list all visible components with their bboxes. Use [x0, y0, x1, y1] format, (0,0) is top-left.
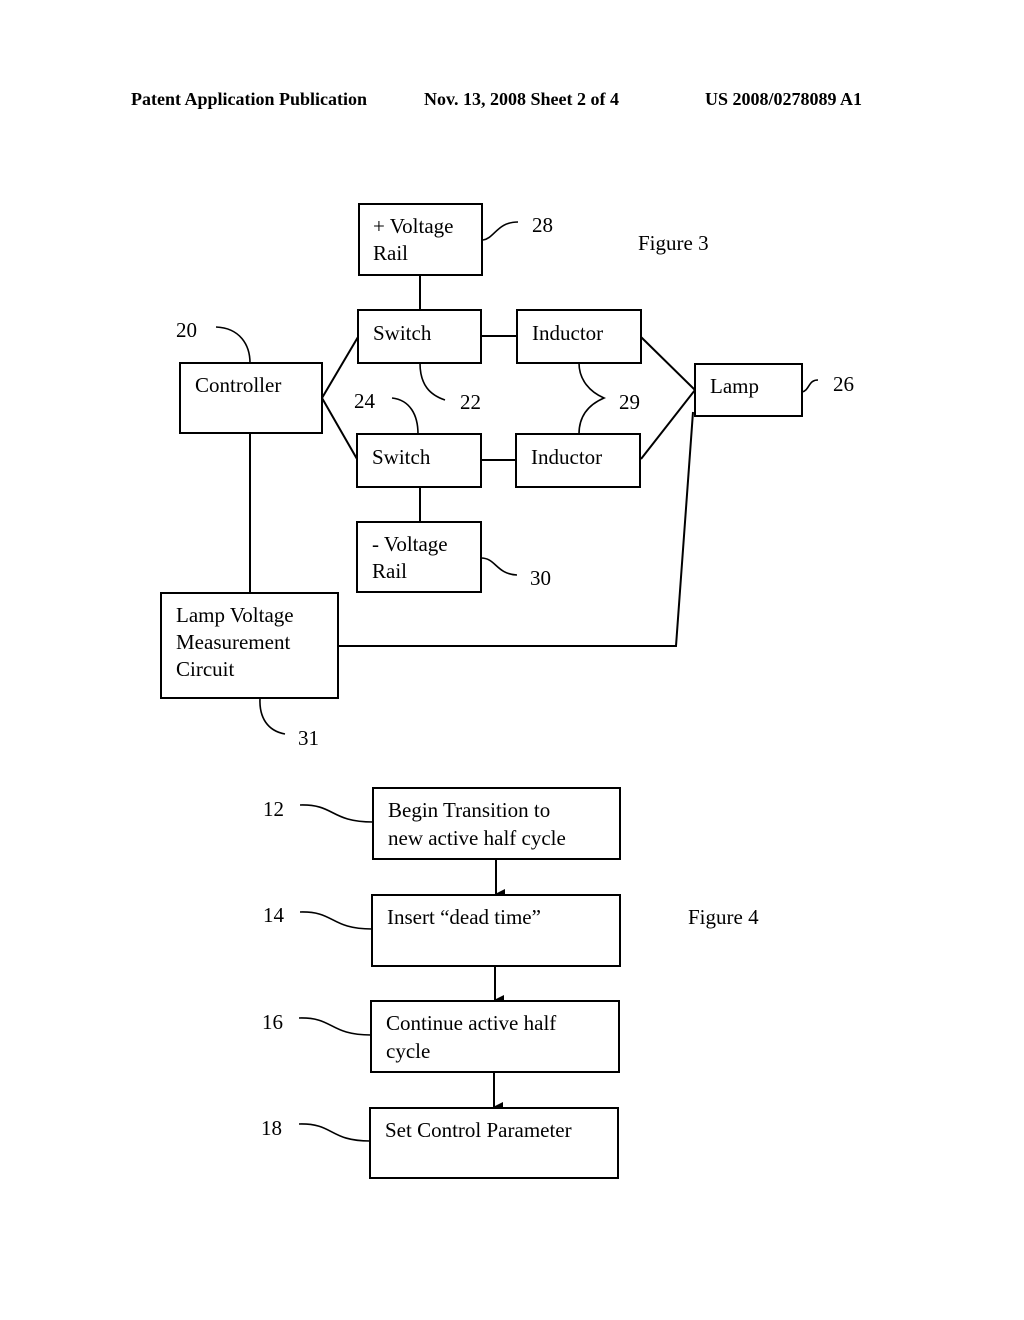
block-inductor-bottom: Inductor [515, 433, 641, 488]
patent-figures: Figure 3 + Voltage Rail 28 Switch 22 Ind… [160, 203, 854, 1179]
ref-20: 20 [176, 318, 197, 342]
leader-28 [482, 221, 519, 241]
leader-22 [419, 362, 446, 401]
figure-4-title: Figure 4 [688, 905, 759, 929]
figure-3-title: Figure 3 [638, 231, 709, 255]
svg-text:Rail: Rail [373, 241, 408, 265]
flow-step-16: Continue active half cycle 16 [262, 1000, 620, 1073]
svg-text:new active half cycle: new active half cycle [388, 826, 566, 850]
block-controller: Controller [179, 362, 323, 434]
block-lamp: Lamp [694, 363, 803, 417]
svg-text:Controller: Controller [195, 373, 281, 397]
svg-text:Circuit: Circuit [176, 657, 234, 681]
ref-12: 12 [263, 797, 284, 821]
leader-12 [299, 804, 374, 823]
svg-text:Inductor: Inductor [531, 445, 602, 469]
leader-24 [391, 397, 419, 435]
block-positive-voltage-rail: + Voltage Rail [358, 203, 483, 276]
svg-text:- Voltage: - Voltage [372, 532, 448, 556]
svg-text:Insert “dead time”: Insert “dead time” [387, 905, 541, 929]
leader-14 [299, 911, 373, 930]
block-switch-bottom: Switch [356, 433, 482, 488]
block-inductor-top: Inductor [516, 309, 642, 364]
ref-24: 24 [354, 389, 376, 413]
figure-4: Figure 4 Begin Transition to new active … [261, 787, 759, 1179]
ref-18: 18 [261, 1116, 282, 1140]
leader-29 [578, 362, 607, 435]
leader-18 [298, 1123, 371, 1142]
svg-text:Measurement: Measurement [176, 630, 290, 654]
svg-text:Lamp: Lamp [710, 374, 759, 398]
leader-20 [215, 326, 251, 364]
flow-step-12: Begin Transition to new active half cycl… [263, 787, 621, 860]
ref-16: 16 [262, 1010, 283, 1034]
ref-31: 31 [298, 726, 319, 750]
leader-26 [801, 379, 819, 393]
ref-22: 22 [460, 390, 481, 414]
ref-29: 29 [619, 390, 640, 414]
svg-text:Switch: Switch [372, 445, 431, 469]
block-switch-top: Switch [357, 309, 482, 364]
wire-inductors-to-lamp [640, 336, 697, 460]
svg-text:+ Voltage: + Voltage [373, 214, 453, 238]
leader-30 [480, 557, 518, 576]
figure-3: Figure 3 + Voltage Rail 28 Switch 22 Ind… [160, 203, 854, 750]
svg-text:Switch: Switch [373, 321, 432, 345]
svg-text:Set Control Parameter: Set Control Parameter [385, 1118, 572, 1142]
svg-text:Begin Transition to: Begin Transition to [388, 798, 550, 822]
leader-16 [298, 1017, 372, 1036]
leader-31 [259, 697, 286, 735]
block-negative-voltage-rail: - Voltage Rail [356, 521, 482, 593]
flow-step-18: Set Control Parameter 18 [261, 1107, 619, 1179]
ref-30: 30 [530, 566, 551, 590]
wire-controller-to-switches [320, 336, 359, 460]
flow-step-14: Insert “dead time” 14 [263, 894, 621, 967]
ref-26: 26 [833, 372, 854, 396]
svg-text:Lamp Voltage: Lamp Voltage [176, 603, 294, 627]
ref-28: 28 [532, 213, 553, 237]
block-lamp-voltage-measurement: Lamp Voltage Measurement Circuit [160, 592, 339, 699]
svg-text:cycle: cycle [386, 1039, 430, 1063]
ref-14: 14 [263, 903, 285, 927]
svg-text:Continue active half: Continue active half [386, 1011, 556, 1035]
svg-text:Rail: Rail [372, 559, 407, 583]
svg-text:Inductor: Inductor [532, 321, 603, 345]
